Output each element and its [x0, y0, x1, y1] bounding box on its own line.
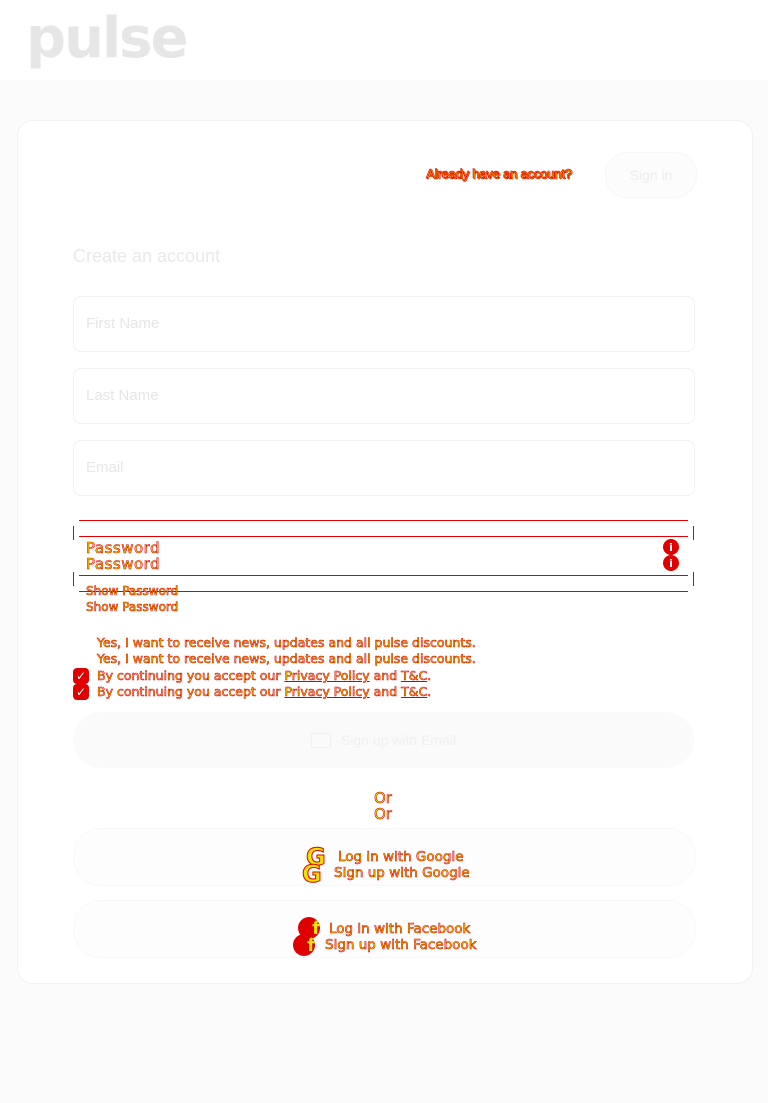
- password-border-top-2: [79, 536, 688, 537]
- google-login-label[interactable]: Log in with Google: [338, 849, 464, 866]
- last-name-placeholder: Last Name: [86, 387, 159, 404]
- privacy-policy-link[interactable]: Privacy Policy: [284, 684, 370, 700]
- info-icon[interactable]: i: [663, 539, 679, 555]
- newsletter-label-echo: Yes, I want to receive news, updates and…: [97, 651, 476, 667]
- tc-link[interactable]: T&C: [401, 668, 428, 684]
- password-field[interactable]: Password Password i i: [73, 520, 694, 592]
- already-have-account-text: Already have an account? Already have an…: [426, 166, 573, 183]
- tc-link[interactable]: T&C: [401, 684, 428, 700]
- or-divider-echo: Or: [374, 805, 393, 824]
- logo[interactable]: pulse: [26, 6, 188, 72]
- password-label-echo: Password: [86, 555, 161, 574]
- password-border-bottom: [79, 575, 688, 576]
- sign-in-button[interactable]: Sign in: [605, 152, 697, 198]
- check-icon[interactable]: ✓: [73, 668, 89, 684]
- google-signup-label[interactable]: Sign up with Google: [334, 865, 470, 882]
- last-name-field[interactable]: Last Name: [73, 368, 695, 424]
- password-border-left-2: [73, 572, 74, 586]
- password-border-right-2: [693, 572, 694, 586]
- privacy-policy-link[interactable]: Privacy Policy: [284, 668, 370, 684]
- first-name-field[interactable]: First Name: [73, 296, 695, 352]
- email-signup-label: Sign up with Email: [340, 732, 457, 748]
- terms-label-echo: By continuing you accept our Privacy Pol…: [97, 684, 432, 700]
- info-icon[interactable]: i: [663, 555, 679, 571]
- facebook-icon: f: [293, 934, 315, 956]
- facebook-login-label[interactable]: Log in with Facebook: [329, 921, 471, 938]
- page-title: Create an account: [73, 246, 221, 266]
- show-password-toggle[interactable]: Show Password: [86, 584, 179, 599]
- header: pulse: [0, 0, 768, 80]
- show-password-toggle-echo[interactable]: Show Password: [86, 600, 179, 615]
- password-border-top: [79, 520, 688, 521]
- password-border-left: [73, 526, 74, 540]
- check-icon[interactable]: ✓: [73, 684, 89, 700]
- google-icon: G: [302, 860, 323, 888]
- mail-icon: [310, 732, 331, 748]
- email-placeholder: Email: [86, 459, 124, 476]
- email-signup-button[interactable]: Sign up with Email: [73, 712, 694, 768]
- password-border-right: [693, 526, 694, 540]
- facebook-signup-label[interactable]: Sign up with Facebook: [325, 937, 477, 954]
- email-field[interactable]: Email: [73, 440, 695, 496]
- newsletter-label: Yes, I want to receive news, updates and…: [97, 635, 476, 651]
- terms-label: By continuing you accept our Privacy Pol…: [97, 668, 432, 684]
- first-name-placeholder: First Name: [86, 315, 160, 332]
